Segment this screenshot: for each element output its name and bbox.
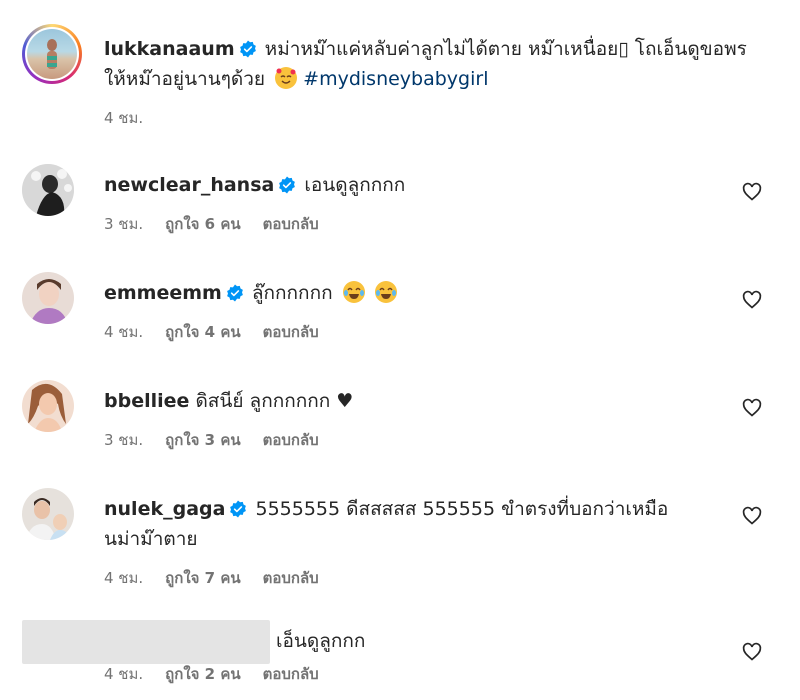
- reply-button[interactable]: ตอบกลับ: [263, 320, 319, 344]
- post-caption: lukkanaaum หม่าหม๊าแค่หลับค่าลูกไม่ได้ตา…: [22, 24, 782, 130]
- comment-username[interactable]: nulek_gaga: [104, 498, 225, 520]
- comment-meta: 4 ชม. ถูกใจ 2 คน ตอบกลับ: [104, 662, 319, 686]
- comment-username[interactable]: emmeemm: [104, 282, 222, 304]
- face-with-tears-of-joy-emoji: [374, 281, 397, 303]
- heart-outline-icon[interactable]: [742, 398, 762, 418]
- like-count[interactable]: ถูกใจ 7 คน: [165, 566, 240, 590]
- comment-item: nulek_gaga 5555555 ดีสสสสส 555555 ขำตรงท…: [22, 488, 782, 590]
- reply-button[interactable]: ตอบกลับ: [263, 212, 319, 236]
- comment-meta: 4 ชม. ถูกใจ 7 คน ตอบกลับ: [104, 566, 714, 590]
- avatar[interactable]: [22, 488, 74, 540]
- comment-item: เอ็นดูลูกกก: [22, 620, 782, 664]
- avatar[interactable]: [22, 380, 74, 432]
- comment-timestamp[interactable]: 3 ชม.: [104, 428, 143, 452]
- comment-timestamp[interactable]: 4 ชม.: [104, 662, 143, 686]
- comment-body: เอ็นดูลูกกก: [276, 630, 366, 652]
- comment-username[interactable]: newclear_hansa: [104, 174, 274, 196]
- comment-body: ดิสนีย์ ลูกกกกกก ♥: [195, 390, 354, 412]
- comment-text: emmeemm ลู๊กกกกกก: [104, 278, 714, 308]
- comment-username[interactable]: bbelliee: [104, 390, 189, 412]
- like-count[interactable]: ถูกใจ 3 คน: [165, 428, 240, 452]
- verified-badge-icon: [239, 40, 256, 58]
- avatar[interactable]: [22, 272, 74, 324]
- comment-meta: 3 ชม. ถูกใจ 3 คน ตอบกลับ: [104, 428, 714, 452]
- comment-text: เอ็นดูลูกกก: [276, 626, 365, 656]
- face-with-tears-of-joy-emoji: [342, 281, 365, 303]
- like-count[interactable]: ถูกใจ 2 คน: [165, 662, 240, 686]
- reply-button[interactable]: ตอบกลับ: [263, 428, 319, 452]
- comment-text: bbelliee ดิสนีย์ ลูกกกกกก ♥: [104, 386, 714, 416]
- comment-meta: 4 ชม. ถูกใจ 4 คน ตอบกลับ: [104, 320, 714, 344]
- verified-badge-icon: [226, 284, 243, 302]
- comment-timestamp[interactable]: 4 ชม.: [104, 320, 143, 344]
- avatar[interactable]: [27, 29, 77, 79]
- comment-text: nulek_gaga 5555555 ดีสสสสส 555555 ขำตรงท…: [104, 494, 714, 554]
- comment-item: newclear_hansa เอนดูลูกกกก 3 ชม. ถูกใจ 6…: [22, 164, 782, 236]
- comment-timestamp[interactable]: 4 ชม.: [104, 566, 143, 590]
- heart-outline-icon[interactable]: [742, 290, 762, 310]
- comment-meta: 3 ชม. ถูกใจ 6 คน ตอบกลับ: [104, 212, 714, 236]
- post-meta: 4 ชม.: [104, 106, 764, 130]
- comment-timestamp[interactable]: 3 ชม.: [104, 212, 143, 236]
- reply-button[interactable]: ตอบกลับ: [263, 566, 319, 590]
- heart-outline-icon[interactable]: [742, 642, 762, 662]
- comment-body: ลู๊กกกกกก: [251, 282, 333, 304]
- comment-body: เอนดูลูกกกก: [304, 174, 406, 196]
- avatar[interactable]: [22, 164, 74, 216]
- verified-badge-icon: [279, 176, 296, 194]
- hashtag-link[interactable]: #mydisneybabygirl: [303, 68, 488, 90]
- reply-button[interactable]: ตอบกลับ: [263, 662, 319, 686]
- like-count[interactable]: ถูกใจ 4 คน: [165, 320, 240, 344]
- heart-outline-icon[interactable]: [742, 506, 762, 526]
- verified-badge-icon: [230, 500, 247, 518]
- comment-text: newclear_hansa เอนดูลูกกกก: [104, 170, 714, 200]
- caption-text: lukkanaaum หม่าหม๊าแค่หลับค่าลูกไม่ได้ตา…: [104, 34, 764, 94]
- smiling-face-with-hearts-emoji: [275, 67, 298, 89]
- comment-item: emmeemm ลู๊กกกกกก 4 ชม. ถูกใจ 4 คน ตอบกล…: [22, 272, 782, 344]
- story-ring[interactable]: [22, 24, 82, 84]
- like-count[interactable]: ถูกใจ 6 คน: [165, 212, 240, 236]
- comment-item: bbelliee ดิสนีย์ ลูกกกกกก ♥ 3 ชม. ถูกใจ …: [22, 380, 782, 452]
- post-timestamp[interactable]: 4 ชม.: [104, 106, 143, 130]
- post-username[interactable]: lukkanaaum: [104, 38, 235, 60]
- redacted-username: [22, 620, 270, 664]
- heart-outline-icon[interactable]: [742, 182, 762, 202]
